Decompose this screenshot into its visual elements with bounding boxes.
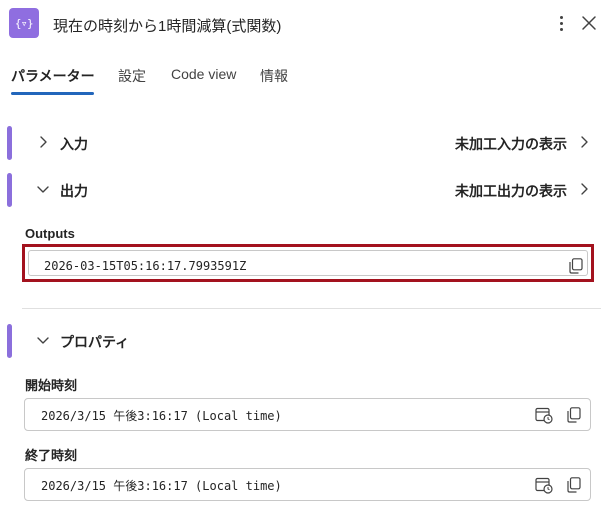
tab-about[interactable]: 情報: [260, 66, 288, 86]
outputs-value: 2026-03-15T05:16:17.7993591Z: [44, 259, 247, 273]
properties-section-header[interactable]: プロパティ: [0, 324, 601, 358]
outputs-field[interactable]: 2026-03-15T05:16:17.7993591Z: [28, 250, 588, 276]
copy-icon[interactable]: [569, 258, 583, 274]
input-section-label: 入力: [60, 136, 88, 152]
outputs-label: Outputs: [25, 226, 75, 241]
calendar-clock-icon[interactable]: [535, 406, 553, 424]
chevron-right-icon[interactable]: [36, 135, 50, 149]
calendar-clock-icon[interactable]: [535, 476, 553, 494]
panel-header: {▿} 現在の時刻から1時間減算(式関数): [0, 0, 601, 50]
end-time-field[interactable]: 2026/3/15 午後3:16:17 (Local time): [24, 468, 591, 501]
chevron-down-icon[interactable]: [36, 182, 50, 196]
output-section-header[interactable]: 出力 未加工出力の表示: [0, 173, 601, 207]
outputs-highlight-frame: 2026-03-15T05:16:17.7993591Z: [22, 244, 594, 282]
expression-function-icon: {▿}: [9, 8, 39, 38]
chevron-right-icon[interactable]: [577, 135, 591, 149]
action-title[interactable]: 現在の時刻から1時間減算(式関数): [53, 15, 281, 36]
tab-settings[interactable]: 設定: [118, 66, 146, 86]
section-accent-bar: [7, 324, 12, 358]
tab-code-view[interactable]: Code view: [171, 66, 236, 82]
active-tab-indicator: [11, 92, 94, 95]
output-section-label: 出力: [60, 183, 88, 199]
tab-bar: パラメーター 設定 Code view 情報: [0, 58, 601, 98]
input-section-header[interactable]: 入力 未加工入力の表示: [0, 126, 601, 160]
copy-icon[interactable]: [567, 477, 581, 493]
end-time-label: 終了時刻: [25, 448, 78, 463]
start-time-label: 開始時刻: [25, 378, 78, 393]
show-raw-inputs-link[interactable]: 未加工入力の表示: [455, 134, 567, 154]
close-icon[interactable]: [580, 14, 598, 32]
chevron-right-icon[interactable]: [577, 182, 591, 196]
show-raw-outputs-link[interactable]: 未加工出力の表示: [455, 181, 567, 201]
copy-icon[interactable]: [567, 407, 581, 423]
tab-parameters[interactable]: パラメーター: [11, 66, 95, 86]
section-accent-bar: [7, 173, 12, 207]
app-icon-text: {▿}: [14, 16, 34, 30]
section-accent-bar: [7, 126, 12, 160]
end-time-value: 2026/3/15 午後3:16:17 (Local time): [41, 479, 282, 493]
section-divider: [22, 308, 601, 309]
more-vertical-icon[interactable]: [553, 13, 569, 33]
start-time-field[interactable]: 2026/3/15 午後3:16:17 (Local time): [24, 398, 591, 431]
properties-section-label: プロパティ: [60, 334, 130, 350]
chevron-down-icon[interactable]: [36, 333, 50, 347]
start-time-value: 2026/3/15 午後3:16:17 (Local time): [41, 409, 282, 423]
